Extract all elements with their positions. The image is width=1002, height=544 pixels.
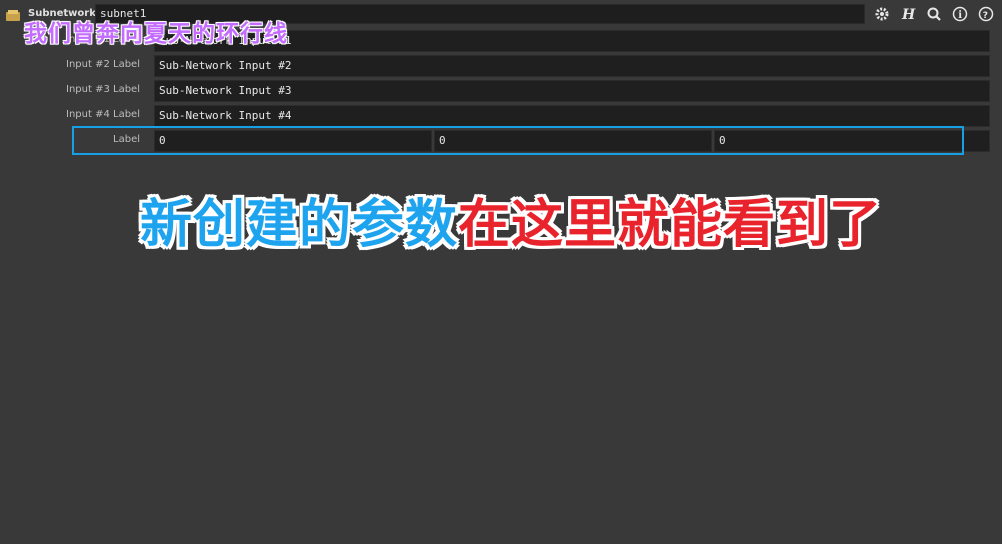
caption: 新创建的参数在这里就能看到了 bbox=[140, 182, 882, 257]
param-row-input2: Input #2 Label Sub-Network Input #2 bbox=[0, 55, 1002, 77]
subnetwork-node-icon bbox=[6, 7, 20, 21]
svg-text:i: i bbox=[958, 10, 962, 21]
param-label: Input #2 Label bbox=[66, 59, 140, 70]
caption-red-part: 在这里就能看到了 bbox=[458, 195, 883, 255]
caption-blue-part: 新创建的参数 bbox=[140, 195, 459, 255]
highlight-box bbox=[72, 126, 964, 155]
houdini-h-icon[interactable]: H bbox=[898, 4, 918, 24]
input3-label-field[interactable]: Sub-Network Input #3 bbox=[154, 80, 990, 102]
param-label: Input #3 Label bbox=[66, 84, 140, 95]
param-row-input4: Input #4 Label Sub-Network Input #4 bbox=[0, 105, 1002, 127]
input4-label-field[interactable]: Sub-Network Input #4 bbox=[154, 105, 990, 127]
help-icon[interactable]: ? bbox=[976, 4, 996, 24]
gear-icon[interactable] bbox=[872, 4, 892, 24]
svg-text:?: ? bbox=[983, 11, 988, 21]
param-label: Input #4 Label bbox=[66, 109, 140, 120]
search-icon[interactable] bbox=[924, 4, 944, 24]
param-row-input3: Input #3 Label Sub-Network Input #3 bbox=[0, 80, 1002, 102]
top-subtitle: 我们曾奔向夏天的环行线 bbox=[24, 21, 288, 47]
input2-label-field[interactable]: Sub-Network Input #2 bbox=[154, 55, 990, 77]
svg-text:H: H bbox=[901, 7, 916, 22]
info-icon[interactable]: i bbox=[950, 4, 970, 24]
